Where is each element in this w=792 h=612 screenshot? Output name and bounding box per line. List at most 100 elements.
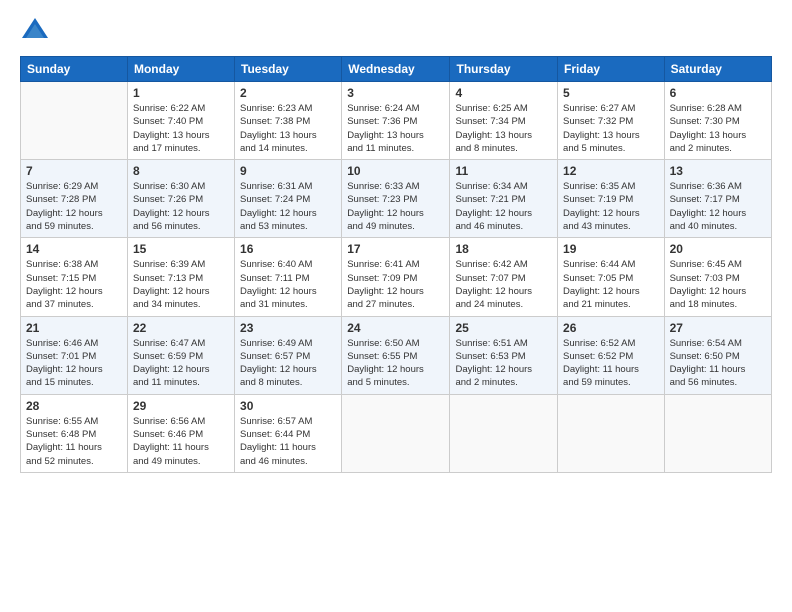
weekday-header-monday: Monday <box>127 57 234 82</box>
day-info: Sunrise: 6:34 AMSunset: 7:21 PMDaylight:… <box>455 180 552 233</box>
day-info: Sunrise: 6:42 AMSunset: 7:07 PMDaylight:… <box>455 258 552 311</box>
day-info: Sunrise: 6:36 AMSunset: 7:17 PMDaylight:… <box>670 180 766 233</box>
calendar-cell <box>21 82 128 160</box>
day-number: 29 <box>133 399 229 413</box>
day-number: 27 <box>670 321 766 335</box>
day-number: 26 <box>563 321 659 335</box>
calendar-cell: 6 Sunrise: 6:28 AMSunset: 7:30 PMDaylight… <box>664 82 771 160</box>
calendar-cell: 11Sunrise: 6:34 AMSunset: 7:21 PMDayligh… <box>450 160 558 238</box>
calendar-cell: 29 Sunrise: 6:56 AMSunset: 6:46 PMDayligh… <box>127 394 234 472</box>
day-number: 5 <box>563 86 659 100</box>
calendar-cell: 24 Sunrise: 6:50 AMSunset: 6:55 PMDayligh… <box>342 316 450 394</box>
calendar-week-row: 7 Sunrise: 6:29 AMSunset: 7:28 PMDaylight… <box>21 160 772 238</box>
calendar-week-row: 21 Sunrise: 6:46 AMSunset: 7:01 PMDayligh… <box>21 316 772 394</box>
day-number: 8 <box>133 164 229 178</box>
day-number: 17 <box>347 242 444 256</box>
day-number: 25 <box>455 321 552 335</box>
day-info: Sunrise: 6:46 AMSunset: 7:01 PMDaylight:… <box>26 337 122 390</box>
day-number: 19 <box>563 242 659 256</box>
day-number: 9 <box>240 164 336 178</box>
calendar-cell: 10 Sunrise: 6:33 AMSunset: 7:23 PMDayligh… <box>342 160 450 238</box>
day-info: Sunrise: 6:44 AMSunset: 7:05 PMDaylight:… <box>563 258 659 311</box>
day-info: Sunrise: 6:25 AMSunset: 7:34 PMDaylight:… <box>455 102 552 155</box>
calendar-cell: 27 Sunrise: 6:54 AMSunset: 6:50 PMDayligh… <box>664 316 771 394</box>
day-number: 10 <box>347 164 444 178</box>
day-number: 20 <box>670 242 766 256</box>
day-info: Sunrise: 6:57 AMSunset: 6:44 PMDaylight:… <box>240 415 336 468</box>
weekday-header-thursday: Thursday <box>450 57 558 82</box>
calendar-cell: 14 Sunrise: 6:38 AMSunset: 7:15 PMDayligh… <box>21 238 128 316</box>
header <box>20 16 772 46</box>
day-info: Sunrise: 6:33 AMSunset: 7:23 PMDaylight:… <box>347 180 444 233</box>
day-info: Sunrise: 6:54 AMSunset: 6:50 PMDaylight:… <box>670 337 766 390</box>
day-number: 7 <box>26 164 122 178</box>
day-number: 1 <box>133 86 229 100</box>
day-number: 22 <box>133 321 229 335</box>
day-number: 28 <box>26 399 122 413</box>
day-info: Sunrise: 6:22 AMSunset: 7:40 PMDaylight:… <box>133 102 229 155</box>
logo-icon <box>20 16 50 46</box>
calendar-cell: 22 Sunrise: 6:47 AMSunset: 6:59 PMDayligh… <box>127 316 234 394</box>
calendar-cell: 30Sunrise: 6:57 AMSunset: 6:44 PMDayligh… <box>235 394 342 472</box>
calendar-cell: 28 Sunrise: 6:55 AMSunset: 6:48 PMDayligh… <box>21 394 128 472</box>
day-number: 3 <box>347 86 444 100</box>
day-info: Sunrise: 6:49 AMSunset: 6:57 PMDaylight:… <box>240 337 336 390</box>
day-number: 13 <box>670 164 766 178</box>
day-info: Sunrise: 6:45 AMSunset: 7:03 PMDaylight:… <box>670 258 766 311</box>
calendar-cell <box>450 394 558 472</box>
day-info: Sunrise: 6:30 AMSunset: 7:26 PMDaylight:… <box>133 180 229 233</box>
day-info: Sunrise: 6:35 AMSunset: 7:19 PMDaylight:… <box>563 180 659 233</box>
day-info: Sunrise: 6:39 AMSunset: 7:13 PMDaylight:… <box>133 258 229 311</box>
day-info: Sunrise: 6:55 AMSunset: 6:48 PMDaylight:… <box>26 415 122 468</box>
calendar-cell: 23Sunrise: 6:49 AMSunset: 6:57 PMDayligh… <box>235 316 342 394</box>
calendar-cell: 19 Sunrise: 6:44 AMSunset: 7:05 PMDayligh… <box>558 238 665 316</box>
calendar-cell: 13 Sunrise: 6:36 AMSunset: 7:17 PMDayligh… <box>664 160 771 238</box>
calendar-cell: 8 Sunrise: 6:30 AMSunset: 7:26 PMDaylight… <box>127 160 234 238</box>
calendar-cell: 2Sunrise: 6:23 AMSunset: 7:38 PMDaylight… <box>235 82 342 160</box>
day-number: 24 <box>347 321 444 335</box>
calendar-cell: 9Sunrise: 6:31 AMSunset: 7:24 PMDaylight… <box>235 160 342 238</box>
calendar-table: SundayMondayTuesdayWednesdayThursdayFrid… <box>20 56 772 473</box>
day-info: Sunrise: 6:52 AMSunset: 6:52 PMDaylight:… <box>563 337 659 390</box>
day-info: Sunrise: 6:38 AMSunset: 7:15 PMDaylight:… <box>26 258 122 311</box>
calendar-week-row: 1 Sunrise: 6:22 AMSunset: 7:40 PMDaylight… <box>21 82 772 160</box>
day-number: 4 <box>455 86 552 100</box>
calendar-cell: 7 Sunrise: 6:29 AMSunset: 7:28 PMDaylight… <box>21 160 128 238</box>
weekday-header-sunday: Sunday <box>21 57 128 82</box>
day-info: Sunrise: 6:29 AMSunset: 7:28 PMDaylight:… <box>26 180 122 233</box>
day-info: Sunrise: 6:50 AMSunset: 6:55 PMDaylight:… <box>347 337 444 390</box>
calendar-cell <box>558 394 665 472</box>
day-number: 6 <box>670 86 766 100</box>
calendar-cell: 15 Sunrise: 6:39 AMSunset: 7:13 PMDayligh… <box>127 238 234 316</box>
calendar-cell <box>342 394 450 472</box>
day-number: 21 <box>26 321 122 335</box>
weekday-header-saturday: Saturday <box>664 57 771 82</box>
weekday-header-row: SundayMondayTuesdayWednesdayThursdayFrid… <box>21 57 772 82</box>
calendar-cell: 25 Sunrise: 6:51 AMSunset: 6:53 PMDayligh… <box>450 316 558 394</box>
calendar-cell: 12Sunrise: 6:35 AMSunset: 7:19 PMDayligh… <box>558 160 665 238</box>
calendar-cell <box>664 394 771 472</box>
day-info: Sunrise: 6:41 AMSunset: 7:09 PMDaylight:… <box>347 258 444 311</box>
day-number: 15 <box>133 242 229 256</box>
page: SundayMondayTuesdayWednesdayThursdayFrid… <box>0 0 792 612</box>
calendar-cell: 17 Sunrise: 6:41 AMSunset: 7:09 PMDayligh… <box>342 238 450 316</box>
weekday-header-tuesday: Tuesday <box>235 57 342 82</box>
day-info: Sunrise: 6:51 AMSunset: 6:53 PMDaylight:… <box>455 337 552 390</box>
day-number: 14 <box>26 242 122 256</box>
day-number: 16 <box>240 242 336 256</box>
calendar-cell: 26 Sunrise: 6:52 AMSunset: 6:52 PMDayligh… <box>558 316 665 394</box>
calendar-cell: 20 Sunrise: 6:45 AMSunset: 7:03 PMDayligh… <box>664 238 771 316</box>
day-info: Sunrise: 6:24 AMSunset: 7:36 PMDaylight:… <box>347 102 444 155</box>
day-info: Sunrise: 6:40 AMSunset: 7:11 PMDaylight:… <box>240 258 336 311</box>
day-info: Sunrise: 6:56 AMSunset: 6:46 PMDaylight:… <box>133 415 229 468</box>
day-number: 18 <box>455 242 552 256</box>
calendar-week-row: 14 Sunrise: 6:38 AMSunset: 7:15 PMDayligh… <box>21 238 772 316</box>
day-info: Sunrise: 6:28 AMSunset: 7:30 PMDaylight:… <box>670 102 766 155</box>
day-info: Sunrise: 6:23 AMSunset: 7:38 PMDaylight:… <box>240 102 336 155</box>
day-info: Sunrise: 6:47 AMSunset: 6:59 PMDaylight:… <box>133 337 229 390</box>
logo <box>20 16 54 46</box>
calendar-cell: 4 Sunrise: 6:25 AMSunset: 7:34 PMDaylight… <box>450 82 558 160</box>
calendar-cell: 21 Sunrise: 6:46 AMSunset: 7:01 PMDayligh… <box>21 316 128 394</box>
calendar-cell: 18 Sunrise: 6:42 AMSunset: 7:07 PMDayligh… <box>450 238 558 316</box>
calendar-cell: 3 Sunrise: 6:24 AMSunset: 7:36 PMDaylight… <box>342 82 450 160</box>
